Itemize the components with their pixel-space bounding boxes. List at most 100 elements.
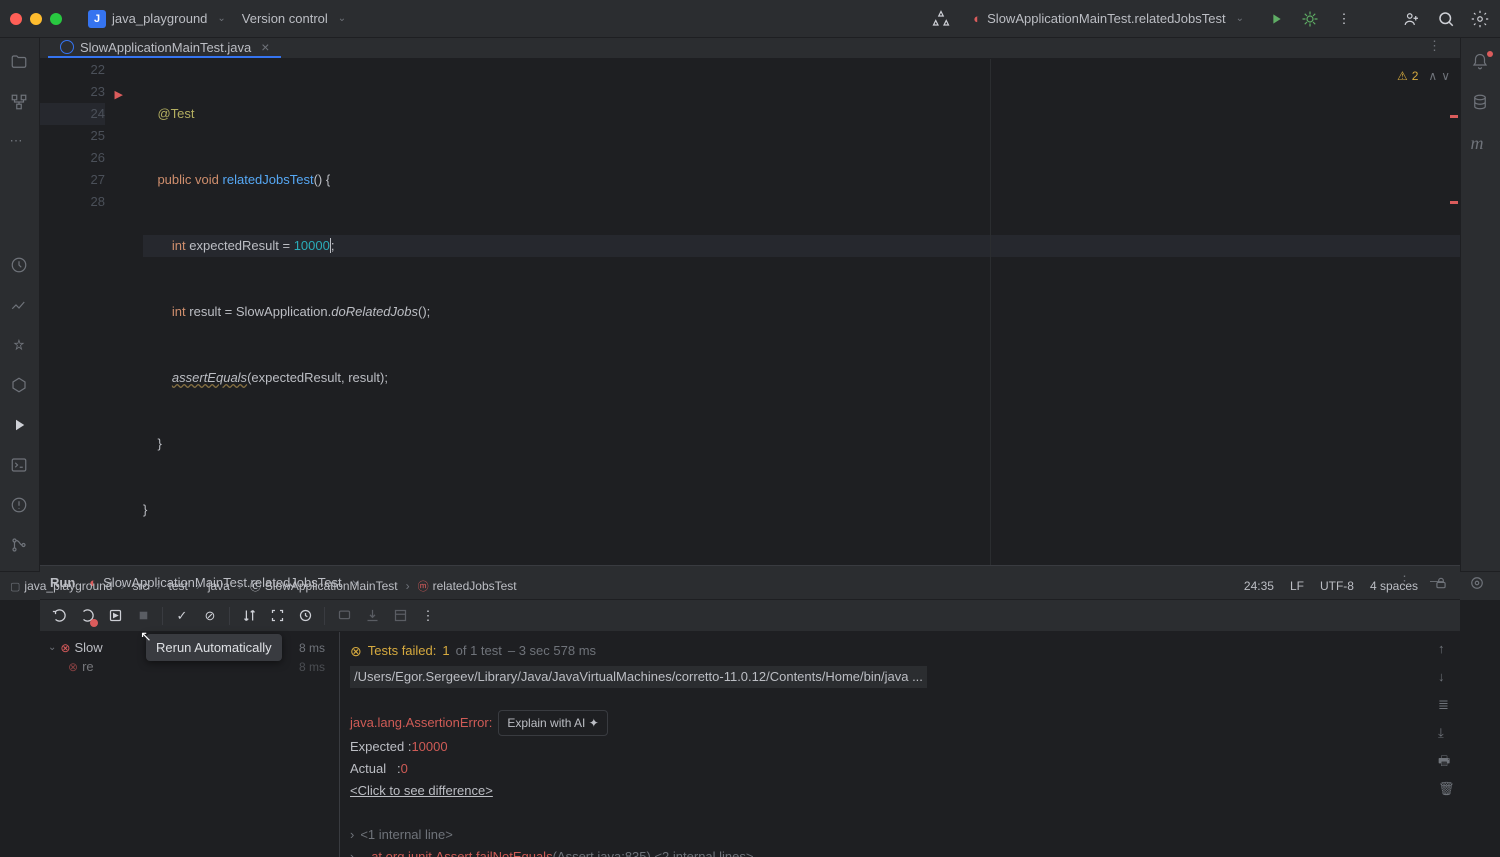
code-with-me-icon[interactable] xyxy=(1402,9,1422,29)
folded-region[interactable]: <2 internal lines> xyxy=(654,849,753,857)
chevron-down-icon[interactable]: ⌄ xyxy=(48,642,56,653)
export-icon[interactable] xyxy=(363,607,381,625)
status-failed-count: 1 xyxy=(442,640,449,662)
window-controls xyxy=(10,13,62,25)
sort-icon[interactable] xyxy=(240,607,258,625)
titlebar: J java_playground ⌄ Version control ⌄ ◐ … xyxy=(0,0,1500,38)
breadcrumb[interactable]: ▢ java_playground › src › test › java › … xyxy=(10,578,517,594)
line-separator[interactable]: LF xyxy=(1290,579,1304,593)
run-gutter-icon[interactable]: ▶ xyxy=(115,84,123,106)
structure-tool-icon[interactable] xyxy=(10,93,30,113)
profiler-icon[interactable] xyxy=(10,256,30,276)
warning-count: 2 xyxy=(1412,65,1419,87)
services-icon[interactable] xyxy=(10,376,30,396)
inspect-icon[interactable] xyxy=(1470,576,1490,596)
nav-down-icon[interactable]: ∨ xyxy=(1441,65,1450,87)
git-icon[interactable] xyxy=(10,536,30,556)
crumb-segment[interactable]: java_playground xyxy=(24,579,112,593)
project-icon: J xyxy=(88,10,106,28)
rerun-failed-icon[interactable] xyxy=(78,607,96,625)
caret-position[interactable]: 24:35 xyxy=(1244,579,1274,593)
close-window[interactable] xyxy=(10,13,22,25)
bookmark-icon[interactable] xyxy=(10,336,30,356)
run-button[interactable] xyxy=(1266,9,1286,29)
project-selector[interactable]: J java_playground ⌄ xyxy=(80,6,234,32)
stack-frame[interactable]: org.junit.Assert.failNotEquals xyxy=(386,849,553,857)
actual-label: Actual : xyxy=(350,761,401,776)
test-tree[interactable]: ⌄ ⊗ Slow 8 ms ⊗ re 8 ms xyxy=(40,632,340,857)
test-console[interactable]: ⊗ Tests failed: 1 of 1 test – 3 sec 578 … xyxy=(340,632,1460,857)
warning-icon: ⊗ xyxy=(350,640,362,662)
print-icon[interactable]: 🖶 xyxy=(1438,750,1456,768)
project-tool-icon[interactable] xyxy=(10,53,30,73)
fold-icon[interactable]: › xyxy=(350,849,354,857)
clear-icon[interactable]: 🗑 xyxy=(1438,778,1456,796)
chart-icon[interactable] xyxy=(10,296,30,316)
build-icon[interactable] xyxy=(931,9,951,29)
fold-icon[interactable]: › xyxy=(350,827,354,842)
show-passed-icon[interactable]: ✓ xyxy=(173,607,191,625)
editor-tab[interactable]: SlowApplicationMainTest.java × xyxy=(48,38,281,58)
frame-location[interactable]: (Assert.java:835) xyxy=(553,849,651,857)
error-stripe[interactable] xyxy=(1450,115,1458,118)
explain-ai-button[interactable]: Explain with AI ✦ xyxy=(498,710,607,736)
terminal-icon[interactable] xyxy=(10,456,30,476)
diff-link[interactable]: <Click to see difference> xyxy=(350,783,493,798)
crumb-segment[interactable]: relatedJobsTest xyxy=(433,579,517,593)
history-icon[interactable] xyxy=(296,607,314,625)
database-icon[interactable] xyxy=(1471,93,1491,113)
warning-icon: ⚠ xyxy=(1397,65,1408,87)
vcs-selector[interactable]: Version control ⌄ xyxy=(234,7,354,30)
expected-label: Expected : xyxy=(350,739,411,754)
scroll-to-end-icon[interactable]: ⤓ xyxy=(1438,722,1456,740)
show-ignored-icon[interactable]: ⊘ xyxy=(201,607,219,625)
crumb-segment[interactable]: test xyxy=(168,579,187,593)
encoding[interactable]: UTF-8 xyxy=(1320,579,1354,593)
project-name: java_playground xyxy=(112,11,207,26)
minimize-window[interactable] xyxy=(30,13,42,25)
close-tab-icon[interactable]: × xyxy=(261,39,269,55)
indent[interactable]: 4 spaces xyxy=(1370,579,1418,593)
error-stripe[interactable] xyxy=(1450,201,1458,204)
problems-icon[interactable] xyxy=(10,496,30,516)
console-actions: ↑ ↓ ≣ ⤓ 🖶 🗑 xyxy=(1438,638,1456,796)
maven-icon[interactable]: m xyxy=(1471,133,1491,153)
crumb-segment[interactable]: SlowApplicationMainTest xyxy=(265,579,398,593)
run-tool-icon[interactable] xyxy=(10,416,30,436)
tab-more-icon[interactable]: ⋮ xyxy=(1428,38,1448,58)
chevron-down-icon: ⌄ xyxy=(338,13,346,24)
more-icon[interactable]: ⋮ xyxy=(419,607,437,625)
run-tool-window: Run ◐ SlowApplicationMainTest.relatedJob… xyxy=(40,565,1460,857)
command-line: /Users/Egor.Sergeev/Library/Java/JavaVir… xyxy=(350,666,927,688)
folded-region[interactable]: <1 internal line> xyxy=(360,827,453,842)
chevron-down-icon: ⌄ xyxy=(1236,13,1244,24)
crumb-segment[interactable]: src xyxy=(132,579,148,593)
nav-up-icon[interactable]: ∧ xyxy=(1428,65,1437,87)
import-icon[interactable] xyxy=(335,607,353,625)
expected-value: 10000 xyxy=(411,739,447,754)
maximize-window[interactable] xyxy=(50,13,62,25)
toggle-auto-rerun-icon[interactable] xyxy=(106,607,124,625)
inspection-badge[interactable]: ⚠ 2 ∧ ∨ xyxy=(1397,65,1450,87)
tooltip: Rerun Automatically xyxy=(146,634,282,661)
soft-wrap-icon[interactable]: ≣ xyxy=(1438,694,1456,712)
expand-icon[interactable] xyxy=(268,607,286,625)
search-icon[interactable] xyxy=(1436,9,1456,29)
more-icon[interactable]: ⋮ xyxy=(1334,9,1354,29)
stop-icon[interactable] xyxy=(134,607,152,625)
layout-icon[interactable] xyxy=(391,607,409,625)
exception-class: java.lang.AssertionError: xyxy=(350,715,492,730)
code-area[interactable]: @Test public void relatedJobsTest() { in… xyxy=(115,59,1460,565)
crumb-segment[interactable]: java xyxy=(208,579,230,593)
code-editor[interactable]: ⚠ 2 ∧ ∨ 22 23▶ 24 25 26 27 28 @Test publ… xyxy=(40,59,1460,565)
more-tool-icon[interactable]: ⋯ xyxy=(10,133,30,153)
rerun-icon[interactable] xyxy=(50,607,68,625)
run-config-selector[interactable]: ◐ SlowApplicationMainTest.relatedJobsTes… xyxy=(965,7,1252,30)
settings-icon[interactable] xyxy=(1470,9,1490,29)
tree-label: Slow xyxy=(74,640,102,655)
readonly-icon[interactable] xyxy=(1434,576,1454,596)
notifications-icon[interactable] xyxy=(1471,53,1491,73)
debug-button[interactable] xyxy=(1300,9,1320,29)
scroll-down-icon[interactable]: ↓ xyxy=(1438,666,1456,684)
scroll-up-icon[interactable]: ↑ xyxy=(1438,638,1456,656)
